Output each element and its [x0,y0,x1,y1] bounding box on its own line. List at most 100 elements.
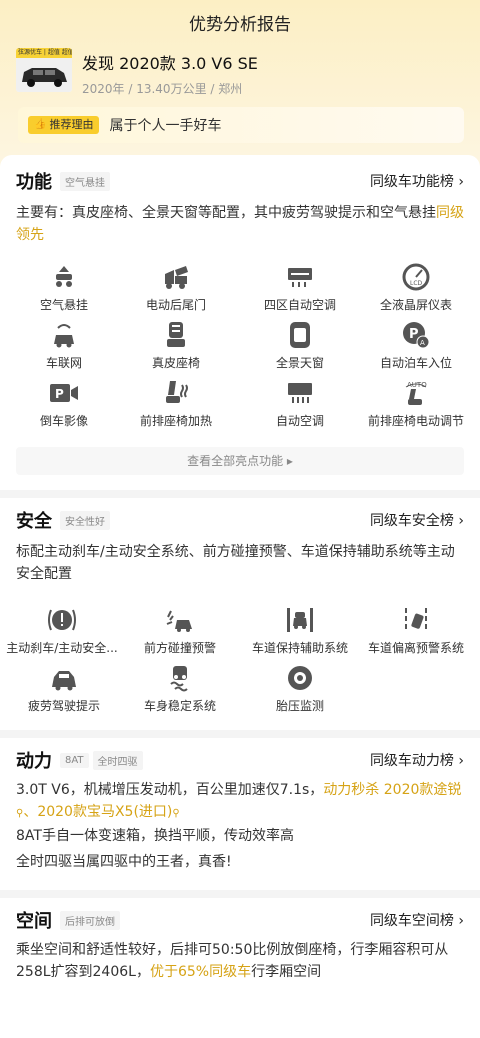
connected-car-icon [54,324,74,348]
feature-item[interactable]: 真皮座椅 [116,321,236,371]
lane-departure-icon [405,608,427,629]
power-line-1: 3.0T V6，机械增压发动机，百公里加速仅7.1s，动力秒杀 2020款途锐 ⚲… [16,779,466,825]
feature-item[interactable]: LCD 全液晶屏仪表 [356,263,476,313]
recommend-reason: 👍 推荐理由 属于个人一手好车 [18,107,464,143]
safety-label: 前方碰撞预警 [143,641,216,655]
recommend-tag: 👍 推荐理由 [28,116,100,134]
power-line-2: 8AT手自一体变速箱，换挡平顺，传动效率高 [16,828,294,844]
feature-label: 自动空调 [275,414,324,428]
power-line-3: 全时四驱当属四驱中的王者，真香! [16,854,232,870]
power-tailgate-icon [165,266,188,289]
safety-item[interactable]: 车道偏离预警系统 [356,606,476,656]
function-tag: 空气悬挂 [60,171,110,191]
auto-ac-icon [288,383,312,403]
feature-item[interactable]: 全景天窗 [240,321,360,371]
power-seat-icon: AUTO [405,381,427,405]
lane-keep-icon [287,608,313,632]
function-title: 功能 [16,172,52,193]
feature-item[interactable]: AUTO 前排座椅电动调节 [356,379,476,429]
thumbnail-banner: 弦源优车 | 超值 超值延保 [16,48,72,58]
lcd-dashboard-icon: LCD [402,263,430,291]
safety-card: 安全 安全性好 同级车安全榜 › 标配主动刹车/主动安全系统、前方碰撞预警、车道… [0,498,480,730]
safety-label: 车道保持辅助系统 [251,641,348,655]
feature-label: 前排座椅加热 [139,414,212,428]
reverse-camera-icon: P [50,384,78,402]
power-ranking-link[interactable]: 同级车动力榜 › [370,750,464,770]
feature-label: 四区自动空调 [263,298,336,312]
feature-label: 倒车影像 [39,414,88,428]
seat-heating-icon [166,381,188,403]
function-description: 主要有：真皮座椅、全景天窗等配置，其中疲劳驾驶提示和空气悬挂同级领先 [16,202,466,246]
svg-text:LCD: LCD [410,280,423,287]
space-desc-highlight: 优于65%同级车 [149,964,252,980]
space-desc-tail: 行李厢空间 [251,964,322,980]
feature-item[interactable]: P 倒车影像 [4,379,124,429]
section-divider [0,730,480,738]
safety-item[interactable]: 车身稳定系统 [120,664,240,714]
car-meta: 2020年 / 13.40万公里 / 郑州 [82,82,243,96]
safety-ranking-link[interactable]: 同级车安全榜 › [370,510,464,530]
safety-label: 主动刹车/主动安全... [6,641,118,655]
car-thumbnail: 弦源优车 | 超值 超值延保 [16,48,72,92]
svg-text:A: A [420,339,425,347]
view-all-features-button[interactable]: 查看全部亮点功能 ▸ [16,447,464,475]
safety-tag: 安全性好 [60,510,110,530]
collision-warning-icon [166,610,192,632]
feature-item[interactable]: PA 自动泊车入位 [356,321,476,371]
stability-icon [170,666,188,692]
leather-seat-icon [167,322,185,347]
space-ranking-link[interactable]: 同级车空间榜 › [370,910,464,930]
power-title: 动力 [16,751,52,772]
section-divider [0,890,480,898]
feature-label: 自动泊车入位 [379,356,452,370]
thumbs-up-icon: 👍 [34,119,47,130]
rival-link-x5[interactable]: 2020款宝马X5(进口)⚲ [37,804,179,820]
section-divider [0,490,480,498]
tire-pressure-icon [288,666,312,690]
air-suspension-icon [56,266,72,287]
safety-label: 疲劳驾驶提示 [27,699,100,713]
feature-label: 全液晶屏仪表 [379,298,452,312]
feature-label: 车联网 [45,356,82,370]
svg-text:P: P [55,387,64,401]
active-brake-icon [48,609,76,631]
rival-separator: 、 [23,804,38,820]
feature-item[interactable]: 空气悬挂 [4,263,124,313]
feature-label: 全景天窗 [275,356,324,370]
feature-label: 前排座椅电动调节 [367,414,464,428]
power-tag-transmission: 8AT [60,752,89,768]
four-zone-ac-icon [288,268,312,287]
safety-item[interactable]: 前方碰撞预警 [120,606,240,656]
space-tag: 后排可放倒 [60,910,120,930]
feature-label: 空气悬挂 [39,298,88,312]
safety-label: 车道偏离预警系统 [367,641,464,655]
safety-item[interactable]: 疲劳驾驶提示 [4,664,124,714]
safety-item[interactable]: 车道保持辅助系统 [240,606,360,656]
top-bar: 优势分析报告 [0,0,480,44]
feature-item[interactable]: 车联网 [4,321,124,371]
recommend-text: 属于个人一手好车 [109,118,222,134]
rival-x5-label: 2020款宝马X5(进口) [37,804,173,820]
space-card: 空间 后排可放倒 同级车空间榜 › 乘坐空间和舒适性较好，后排可50:50比例放… [0,898,480,1038]
power-card: 动力 8AT 全时四驱 同级车动力榜 › 3.0T V6，机械增压发动机，百公里… [0,738,480,890]
car-name: 发现 2020款 3.0 V6 SE [82,54,258,73]
page-title: 优势分析报告 [189,14,291,35]
feature-label: 电动后尾门 [145,298,206,312]
safety-description: 标配主动刹车/主动安全系统、前方碰撞预警、车道保持辅助系统等主动安全配置 [16,544,455,582]
power-tag-drive: 全时四驱 [92,750,143,770]
panoramic-sunroof-icon [290,322,310,348]
car-summary[interactable]: 弦源优车 | 超值 超值延保 发现 2020款 3.0 V6 SE 2020年 … [16,48,466,98]
feature-item[interactable]: 四区自动空调 [240,263,360,313]
safety-item[interactable]: 主动刹车/主动安全... [2,606,122,656]
safety-label: 胎压监测 [275,699,324,713]
power-engine-text: 3.0T V6，机械增压发动机，百公里加速仅7.1s， [16,782,324,798]
safety-item[interactable]: 胎压监测 [240,664,360,714]
feature-item[interactable]: 电动后尾门 [116,263,236,313]
space-title: 空间 [16,911,52,932]
safety-label: 车身稳定系统 [143,699,216,713]
safety-title: 安全 [16,511,52,532]
feature-item[interactable]: 自动空调 [240,379,360,429]
fatigue-alert-icon [52,671,76,691]
function-ranking-link[interactable]: 同级车功能榜 › [370,171,464,191]
feature-item[interactable]: 前排座椅加热 [116,379,236,429]
